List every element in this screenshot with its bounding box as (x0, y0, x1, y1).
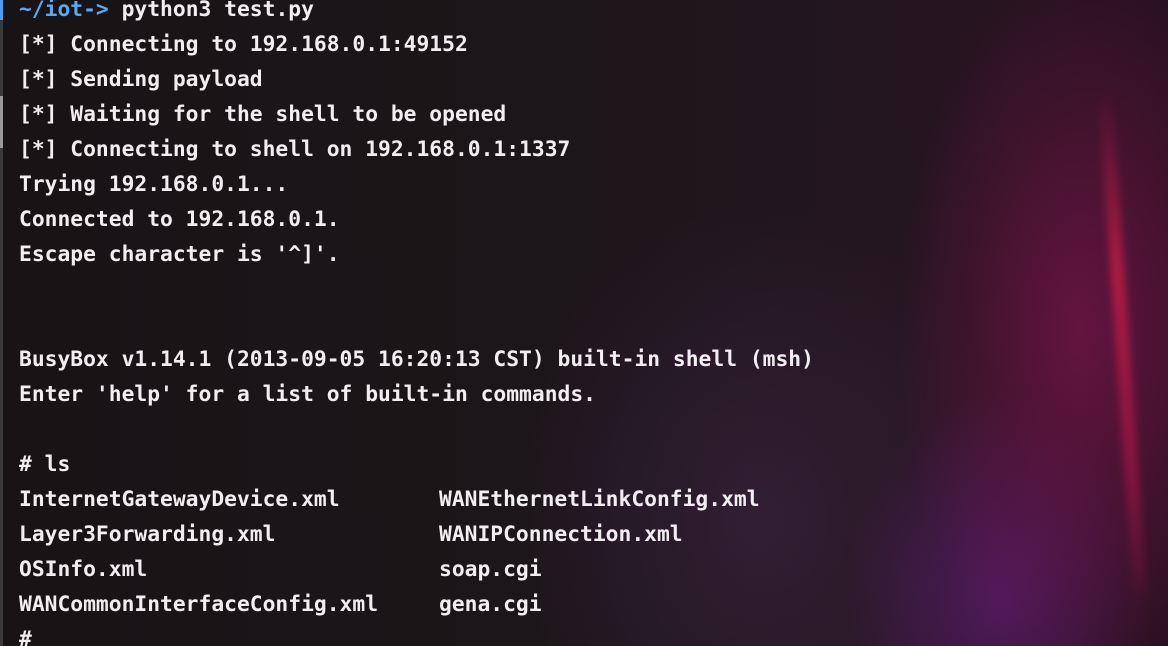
file-name: soap.cgi (439, 557, 542, 582)
shell-prompt-line[interactable]: # (19, 622, 814, 646)
busybox-banner: BusyBox v1.14.1 (2013-09-05 16:20:13 CST… (19, 347, 814, 372)
command-marker-active (0, 0, 3, 20)
shell-prompt: ~/iot-> (19, 0, 109, 22)
ls-row: OSInfo.xml soap.cgi (19, 552, 814, 587)
ls-row: WANCommonInterfaceConfig.xml gena.cgi (19, 587, 814, 622)
ls-command-line: # ls (19, 452, 71, 477)
file-name: Layer3Forwarding.xml (19, 522, 276, 547)
output-line: [*] Sending payload (19, 67, 263, 92)
output-line: [*] Connecting to shell on 192.168.0.1:1… (19, 137, 571, 162)
wallpaper-glow (1097, 90, 1149, 610)
ls-row: Layer3Forwarding.xml WANIPConnection.xml (19, 517, 814, 552)
file-name: InternetGatewayDevice.xml (19, 487, 340, 512)
command-text: python3 test.py (108, 0, 314, 22)
file-name: WANIPConnection.xml (439, 522, 683, 547)
output-line: [*] Waiting for the shell to be opened (19, 102, 507, 127)
file-name: OSInfo.xml (19, 557, 148, 582)
terminal-window[interactable]: ~/iot-> python3 test.py [*] Connecting t… (0, 0, 1168, 646)
command-marker (0, 118, 3, 148)
ls-row: InternetGatewayDevice.xml WANEthernetLink… (19, 482, 814, 517)
terminal-output[interactable]: ~/iot-> python3 test.py [*] Connecting t… (19, 0, 814, 646)
output-line: Trying 192.168.0.1... (19, 172, 289, 197)
file-name: WANEthernetLinkConfig.xml (439, 487, 760, 512)
output-line: Escape character is '^]'. (19, 242, 340, 267)
output-line: [*] Connecting to 192.168.0.1:49152 (19, 32, 468, 57)
file-name: gena.cgi (439, 592, 542, 617)
help-hint: Enter 'help' for a list of built-in comm… (19, 382, 596, 407)
command-line: ~/iot-> python3 test.py (19, 0, 814, 27)
file-name: WANCommonInterfaceConfig.xml (19, 592, 379, 617)
scroll-gutter (0, 0, 3, 646)
output-line: Connected to 192.168.0.1. (19, 207, 340, 232)
